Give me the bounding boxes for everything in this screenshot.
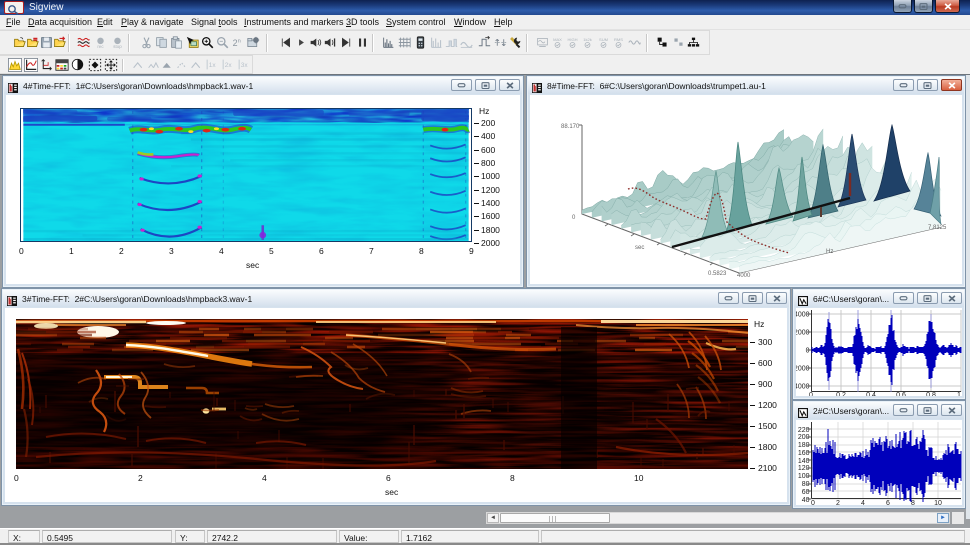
svg-text:140: 140 (798, 458, 810, 465)
svg-text:1x: 1x (209, 62, 217, 69)
svg-text:200: 200 (798, 434, 810, 441)
svg-text:SUM: SUM (599, 37, 609, 42)
svg-text:120: 120 (798, 465, 810, 472)
svg-text:Hz: Hz (826, 249, 833, 255)
svg-text:rec: rec (97, 44, 104, 49)
svg-text:1k2k: 1k2k (583, 37, 593, 42)
svg-text:1: 1 (957, 392, 961, 396)
svg-text:0: 0 (806, 348, 810, 355)
svg-text:220: 220 (798, 427, 810, 434)
svg-text:0.5823: 0.5823 (708, 271, 727, 277)
svg-text:0: 0 (811, 500, 815, 505)
svg-text:HIGH: HIGH (567, 37, 577, 42)
svg-text:RMS: RMS (614, 37, 623, 42)
svg-text:0.8: 0.8 (926, 392, 936, 396)
svg-text:0.6: 0.6 (896, 392, 906, 396)
svg-text:0: 0 (809, 392, 813, 396)
svg-text:6: 6 (886, 500, 890, 505)
svg-text:3x: 3x (241, 62, 249, 69)
svg-text:0: 0 (572, 215, 576, 221)
svg-text:40: 40 (802, 497, 810, 504)
svg-text:160: 160 (798, 450, 810, 457)
svg-text:7.8125: 7.8125 (928, 225, 947, 231)
svg-text:80: 80 (802, 481, 810, 488)
svg-text:MAX: MAX (553, 37, 562, 42)
svg-text:4: 4 (861, 500, 865, 505)
svg-text:4000: 4000 (796, 312, 810, 319)
svg-text:88.170: 88.170 (561, 124, 580, 130)
svg-text:2x: 2x (225, 62, 233, 69)
svg-text:2000: 2000 (796, 330, 810, 337)
svg-text:0.2: 0.2 (836, 392, 846, 396)
svg-text:10: 10 (934, 500, 942, 505)
svg-text:60: 60 (802, 489, 810, 496)
svg-text:8: 8 (911, 500, 915, 505)
svg-text:2: 2 (836, 500, 840, 505)
svg-text:2000: 2000 (796, 366, 810, 373)
svg-text:0.4: 0.4 (866, 392, 876, 396)
svg-text:180: 180 (798, 442, 810, 449)
svg-text:4000: 4000 (796, 384, 810, 391)
svg-text:100: 100 (798, 473, 810, 480)
svg-text:2n: 2n (233, 38, 241, 48)
svg-text:stop: stop (113, 44, 122, 49)
svg-text:sec: sec (635, 245, 644, 251)
svg-text:4000: 4000 (737, 273, 751, 279)
